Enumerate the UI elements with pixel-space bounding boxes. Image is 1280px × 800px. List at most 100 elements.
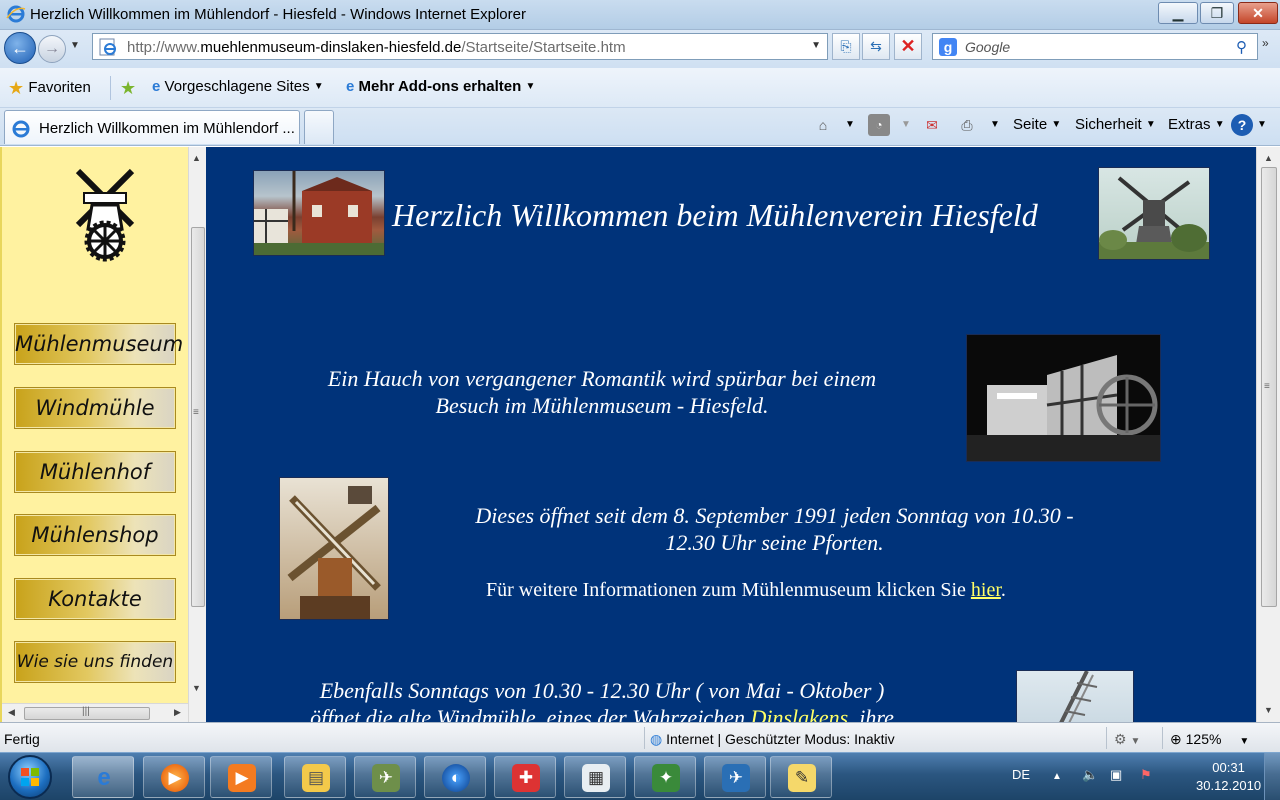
info-here-link[interactable]: hier xyxy=(971,579,1001,601)
search-box[interactable]: g Google ⚲ xyxy=(932,33,1258,60)
ie-page-icon: e xyxy=(152,78,161,95)
ie-logo-icon xyxy=(6,5,26,23)
safety-menu[interactable]: Sicherheit ▼ xyxy=(1075,116,1156,133)
taskbar-flight-sim[interactable]: ✈ xyxy=(354,756,416,798)
status-text: Fertig xyxy=(4,731,40,747)
help-dropdown-icon[interactable]: ▼ xyxy=(1257,116,1267,133)
language-indicator[interactable]: DE xyxy=(1012,767,1030,782)
clock[interactable]: 00:31 30.12.2010 xyxy=(1196,759,1261,795)
museum-night-image xyxy=(967,355,1160,461)
nav-kontakte[interactable]: Kontakte xyxy=(14,578,176,620)
refresh-icon[interactable]: ⇆ xyxy=(862,33,890,60)
divider xyxy=(110,76,111,100)
suggested-sites-link[interactable]: e Vorgeschlagene Sites ▼ xyxy=(152,78,324,95)
page-headline: Herzlich Willkommen beim Mühlenverein Hi… xyxy=(392,197,1038,233)
scroll-down-icon[interactable]: ▼ xyxy=(192,683,201,693)
minimize-button[interactable]: ▁ xyxy=(1158,2,1198,24)
scroll-left-icon[interactable]: ◀ xyxy=(8,707,15,718)
compatibility-icon[interactable]: ⎘ xyxy=(832,33,860,60)
address-dropdown-icon[interactable]: ▼ xyxy=(811,40,821,51)
history-dropdown-icon[interactable]: ▼ xyxy=(70,40,80,51)
popup-blocker-icon[interactable]: ⚙ ▼ xyxy=(1114,731,1140,748)
dinslaken-link[interactable]: Dinslakens xyxy=(750,705,848,722)
nav-vertical-scrollbar[interactable]: ▲ ≡ ▼ xyxy=(188,147,206,722)
mill-house-photo xyxy=(253,170,385,256)
feed-dropdown-icon[interactable]: ▼ xyxy=(901,116,911,133)
nav-horizontal-scrollbar[interactable]: ◀ ||| ▶ xyxy=(2,703,190,722)
help-icon[interactable]: ? xyxy=(1231,114,1253,136)
forward-button[interactable]: → xyxy=(38,35,66,63)
spreadsheet-icon: ▦ xyxy=(582,764,610,792)
address-bar[interactable]: http://www.muehlenmuseum-dinslaken-hiesf… xyxy=(92,33,828,60)
taskbar-google-earth[interactable]: ◐ xyxy=(424,756,486,798)
ie-page-icon: e xyxy=(346,78,355,95)
chevron-down-icon: ▼ xyxy=(313,81,324,92)
info-line: Für weitere Informationen zum Mühlenmuse… xyxy=(486,579,1006,601)
nav-muehlenhof[interactable]: Mühlenhof xyxy=(14,451,176,493)
nav-frame: Mühlenmuseum Windmühle Mühlenhof Mühlens… xyxy=(0,147,190,722)
taskbar-media-player[interactable]: ▶ xyxy=(143,756,205,798)
window-title: Herzlich Willkommen im Mühlendorf - Hies… xyxy=(30,6,526,23)
scroll-up-icon[interactable]: ▲ xyxy=(1264,153,1273,163)
taskbar-media-center[interactable]: ▶ xyxy=(210,756,272,798)
globe-icon: ◍ xyxy=(650,731,663,747)
print-dropdown-icon[interactable]: ▼ xyxy=(990,116,1000,133)
zoom-icon: ⊕ xyxy=(1170,731,1182,747)
action-center-icon[interactable]: ⚑ xyxy=(1140,767,1152,783)
tools-menu[interactable]: Extras ▼ xyxy=(1168,116,1225,133)
search-placeholder: Google xyxy=(965,39,1011,55)
scroll-up-icon[interactable]: ▲ xyxy=(192,153,201,163)
page-menu[interactable]: Seite ▼ xyxy=(1013,116,1061,133)
taskbar-spreadsheet[interactable]: ▦ xyxy=(564,756,626,798)
zoom-control[interactable]: ⊕ 125% ▼ xyxy=(1170,731,1249,748)
stop-icon[interactable]: ✕ xyxy=(894,33,922,60)
windmill-sail-image xyxy=(1059,671,1098,722)
page-vertical-scrollbar[interactable]: ▲ ≡ ▼ xyxy=(1256,147,1280,722)
favorites-button[interactable]: ★ Favoriten xyxy=(8,78,91,99)
toolbar-grip-icon: » xyxy=(1262,36,1269,50)
scroll-right-icon[interactable]: ▶ xyxy=(174,707,181,718)
start-button[interactable] xyxy=(8,755,52,799)
volume-icon[interactable]: 🔈 xyxy=(1082,767,1098,783)
ie-tab-icon xyxy=(12,120,30,138)
search-icon[interactable]: ⚲ xyxy=(1236,38,1247,56)
taskbar-tools[interactable]: ✦ xyxy=(634,756,696,798)
windmill-model-image xyxy=(287,486,381,619)
new-tab-button[interactable] xyxy=(304,110,334,144)
windmill-logo-icon xyxy=(75,168,135,262)
nav-muehlenmuseum[interactable]: Mühlenmuseum xyxy=(14,323,183,365)
taskbar-ie[interactable]: e xyxy=(72,756,134,798)
security-zone[interactable]: ◍ Internet | Geschützter Modus: Inaktiv xyxy=(650,731,895,748)
scroll-grip-icon: ≡ xyxy=(193,407,199,418)
home-icon[interactable]: ⌂ xyxy=(812,114,834,136)
windows-flag-icon xyxy=(21,768,39,786)
close-button[interactable]: ✕ xyxy=(1238,2,1278,24)
maximize-button[interactable]: ❐ xyxy=(1200,2,1234,24)
taskbar: e ▶ ▶ ▤ ✈ ◐ ✚ ▦ ✦ ✈ ✎ DE ▲ 🔈 ▣ ⚑ 00:31 3… xyxy=(0,752,1280,800)
back-button[interactable]: ← xyxy=(4,32,36,64)
windmill-image xyxy=(1099,176,1209,259)
show-hidden-icons[interactable]: ▲ xyxy=(1052,771,1062,782)
taskbar-app[interactable]: ✚ xyxy=(494,756,556,798)
chevron-down-icon: ▼ xyxy=(525,81,536,92)
nav-windmuehle[interactable]: Windmühle xyxy=(14,387,176,429)
addons-link[interactable]: e Mehr Add-ons erhalten ▼ xyxy=(346,78,535,95)
nav-muehlenshop[interactable]: Mühlenshop xyxy=(14,514,176,556)
tab-current[interactable]: Herzlich Willkommen im Mühlendorf ... xyxy=(4,110,300,144)
taskbar-explorer[interactable]: ▤ xyxy=(284,756,346,798)
chevron-down-icon: ▼ xyxy=(1239,736,1250,747)
taskbar-drawing[interactable]: ✎ xyxy=(770,756,832,798)
network-icon[interactable]: ▣ xyxy=(1110,767,1122,783)
print-icon[interactable]: ⎙ xyxy=(956,114,978,136)
mail-icon[interactable]: ✉ xyxy=(921,114,943,136)
show-desktop-button[interactable] xyxy=(1264,753,1280,800)
windmill-model-photo xyxy=(279,477,389,620)
plane-icon: ✈ xyxy=(722,764,750,792)
home-dropdown-icon[interactable]: ▼ xyxy=(845,116,855,133)
add-favorite-icon[interactable]: ★ xyxy=(120,78,136,99)
status-bar: Fertig ◍ Internet | Geschützter Modus: I… xyxy=(0,722,1280,752)
rss-feed-icon[interactable]: ◔ xyxy=(868,114,890,136)
nav-wie-sie-uns-finden[interactable]: Wie sie uns finden xyxy=(14,641,176,683)
taskbar-flight[interactable]: ✈ xyxy=(704,756,766,798)
scroll-down-icon[interactable]: ▼ xyxy=(1264,705,1273,715)
